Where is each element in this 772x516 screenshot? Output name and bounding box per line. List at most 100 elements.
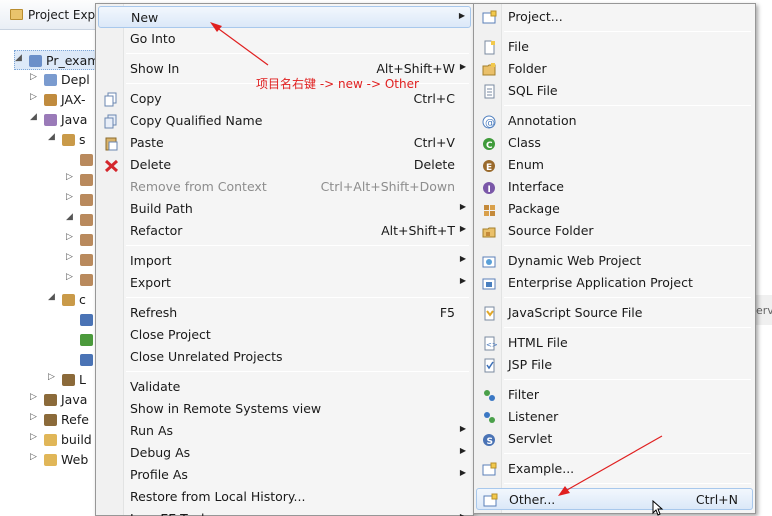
tree-twisty[interactable]: ▷ xyxy=(48,372,58,382)
menu-item-debug-as[interactable]: Debug As ▶ xyxy=(98,442,471,464)
new-item-file[interactable]: File xyxy=(476,36,753,58)
tree-row[interactable]: ◢ Java xyxy=(30,110,100,130)
tree-twisty[interactable]: ▷ xyxy=(30,432,40,442)
new-item-folder[interactable]: Folder xyxy=(476,58,753,80)
menu-item-label: Build Path xyxy=(130,201,193,216)
tree-twisty[interactable]: ▷ xyxy=(66,172,76,182)
tree-row[interactable]: ◢ s xyxy=(48,130,100,150)
new-item-enum[interactable]: E Enum xyxy=(476,154,753,176)
menu-item-remove-from-context[interactable]: Remove from Context Ctrl+Alt+Shift+Down xyxy=(98,176,471,198)
tree-row[interactable]: ▷ Depl xyxy=(30,70,100,90)
menu-item-show-in-remote-systems-view[interactable]: Show in Remote Systems view xyxy=(98,398,471,420)
menu-item-export[interactable]: Export ▶ xyxy=(98,272,471,294)
new-item-javascript-source-file[interactable]: JavaScript Source File xyxy=(476,302,753,324)
tree-twisty[interactable]: ◢ xyxy=(15,53,25,63)
tree-node-icon xyxy=(80,274,93,286)
menu-item-close-project[interactable]: Close Project xyxy=(98,324,471,346)
new-item-filter[interactable]: Filter xyxy=(476,384,753,406)
tree-row[interactable]: ▷ Web xyxy=(30,450,100,470)
menu-item-refactor[interactable]: Refactor Alt+Shift+T ▶ xyxy=(98,220,471,242)
tree-twisty[interactable]: ▷ xyxy=(66,192,76,202)
class-icon: C xyxy=(482,136,497,151)
tree-node-icon xyxy=(44,454,57,466)
tree-node-label: JAX- xyxy=(61,92,86,107)
svg-text:<>: <> xyxy=(486,341,497,349)
tree-node-icon xyxy=(80,254,93,266)
menu-item-label: Go Into xyxy=(130,31,176,46)
tree-twisty[interactable]: ▷ xyxy=(66,232,76,242)
menu-item-label: Enum xyxy=(508,157,544,172)
menu-item-delete[interactable]: Delete Delete xyxy=(98,154,471,176)
tree-twisty[interactable]: ▷ xyxy=(66,272,76,282)
menu-item-validate[interactable]: Validate xyxy=(98,376,471,398)
new-item-sql-file[interactable]: SQL File xyxy=(476,80,753,102)
tree-twisty[interactable]: ◢ xyxy=(48,132,58,142)
project-explorer-header[interactable]: Project Exp xyxy=(0,0,100,30)
menu-item-close-unrelated-projects[interactable]: Close Unrelated Projects xyxy=(98,346,471,368)
tree-twisty[interactable]: ◢ xyxy=(30,112,40,122)
menu-item-import[interactable]: Import ▶ xyxy=(98,250,471,272)
menu-item-build-path[interactable]: Build Path ▶ xyxy=(98,198,471,220)
interface-icon: I xyxy=(482,180,497,195)
new-item-dynamic-web-project[interactable]: Dynamic Web Project xyxy=(476,250,753,272)
tree-node-icon xyxy=(80,154,93,166)
side-panel-tab[interactable]: erv xyxy=(755,295,772,325)
menu-item-go-into[interactable]: Go Into xyxy=(98,28,471,50)
tree-twisty[interactable]: ▷ xyxy=(30,412,40,422)
menu-item-label: JavaScript Source File xyxy=(508,305,643,320)
tree-node-icon xyxy=(62,134,75,146)
new-item-source-folder[interactable]: Source Folder xyxy=(476,220,753,242)
menu-item-restore-from-local-history[interactable]: Restore from Local History... xyxy=(98,486,471,508)
other-icon xyxy=(483,493,498,508)
web-project-icon xyxy=(482,254,497,269)
menu-item-label: Show in Remote Systems view xyxy=(130,401,322,416)
new-item-project[interactable]: Project... xyxy=(476,6,753,28)
new-item-interface[interactable]: I Interface xyxy=(476,176,753,198)
tree-twisty[interactable]: ▷ xyxy=(30,92,40,102)
svg-text:S: S xyxy=(487,437,493,447)
menu-item-label: Class xyxy=(508,135,541,150)
menu-item-refresh[interactable]: Refresh F5 xyxy=(98,302,471,324)
listener-icon xyxy=(482,410,497,425)
menu-item-label: Annotation xyxy=(508,113,577,128)
new-item-servlet[interactable]: S Servlet xyxy=(476,428,753,450)
tree-row[interactable]: ▷ build xyxy=(30,430,100,450)
new-item-other[interactable]: Other... Ctrl+N xyxy=(476,488,753,510)
new-item-html-file[interactable]: <> HTML File xyxy=(476,332,753,354)
submenu-arrow-icon: ▶ xyxy=(459,254,466,263)
menu-item-run-as[interactable]: Run As ▶ xyxy=(98,420,471,442)
tree-row[interactable]: ▷ Refe xyxy=(30,410,100,430)
new-item-enterprise-application-project[interactable]: Enterprise Application Project xyxy=(476,272,753,294)
tree-twisty[interactable]: ▷ xyxy=(30,72,40,82)
tree-row[interactable]: ▷ JAX- xyxy=(30,90,100,110)
new-item-listener[interactable]: Listener xyxy=(476,406,753,428)
tree-row[interactable]: ▷ Java xyxy=(30,390,100,410)
tree-twisty[interactable]: ▷ xyxy=(30,452,40,462)
menu-item-copy-qualified-name[interactable]: Copy Qualified Name xyxy=(98,110,471,132)
tree-node-icon xyxy=(80,234,93,246)
tree-row[interactable]: ◢ Pr_exam xyxy=(14,50,100,70)
menu-item-label: Export xyxy=(130,275,171,290)
menu-item-profile-as[interactable]: Profile As ▶ xyxy=(98,464,471,486)
menu-item-new[interactable]: New ▶ xyxy=(98,6,471,28)
tree-twisty[interactable]: ▷ xyxy=(30,392,40,402)
menu-item-label: Delete xyxy=(130,157,172,172)
tree-row[interactable]: ◢ c xyxy=(48,290,100,310)
menu-item-paste[interactable]: Paste Ctrl+V xyxy=(98,132,471,154)
new-item-annotation[interactable]: @ Annotation xyxy=(476,110,753,132)
menu-item-label: SQL File xyxy=(508,83,558,98)
tree-twisty[interactable]: ◢ xyxy=(48,292,58,302)
new-item-example[interactable]: Example... xyxy=(476,458,753,480)
tree-twisty[interactable]: ◢ xyxy=(66,212,76,222)
menu-item-shortcut: Ctrl+V xyxy=(413,135,455,150)
new-item-package[interactable]: Package xyxy=(476,198,753,220)
tree-row[interactable]: ▷ L xyxy=(48,370,100,390)
menu-item-label: File xyxy=(508,39,529,54)
tree-twisty[interactable]: ▷ xyxy=(66,252,76,262)
menu-item-shortcut: Ctrl+Alt+Shift+Down xyxy=(320,179,455,194)
menu-item-java-ee-tools[interactable]: Java EE Tools ▶ xyxy=(98,508,471,516)
tree-node-icon xyxy=(44,434,57,446)
tree-node-icon xyxy=(44,94,57,106)
new-item-class[interactable]: C Class xyxy=(476,132,753,154)
new-item-jsp-file[interactable]: JSP File xyxy=(476,354,753,376)
